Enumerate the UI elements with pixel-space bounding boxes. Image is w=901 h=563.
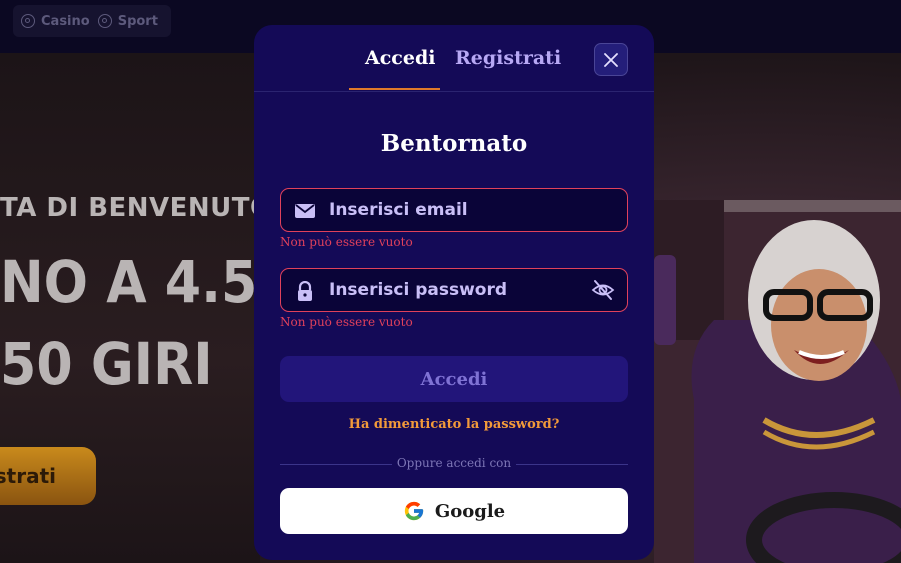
divider-label: Oppure accedi con: [396, 456, 512, 470]
google-login-button[interactable]: Google: [280, 488, 628, 534]
auth-tabs: Accedi Registrati: [254, 25, 654, 92]
password-error: Non può essere vuoto: [280, 315, 413, 329]
envelope-icon: [295, 204, 315, 218]
tab-register[interactable]: Registrati: [455, 47, 561, 69]
casino-icon: [21, 14, 35, 28]
character-illustration: [654, 200, 901, 563]
vertical-switcher: Casino Sport: [13, 5, 171, 37]
hero-headline-2: NO A 4.50: [0, 248, 294, 316]
login-submit-button[interactable]: Accedi: [280, 356, 628, 402]
hero-headline-3: 50 GIRI: [0, 330, 213, 398]
email-field: [280, 188, 628, 232]
eye-off-icon[interactable]: [591, 278, 615, 302]
lock-icon: [298, 281, 312, 301]
email-error: Non può essere vuoto: [280, 235, 413, 249]
nav-item-sport[interactable]: Sport: [90, 5, 158, 37]
hero-register-button[interactable]: strati: [0, 447, 96, 505]
modal-title: Bentornato: [380, 130, 528, 157]
sport-icon: [97, 14, 112, 28]
tab-login[interactable]: Accedi: [365, 47, 435, 69]
close-icon: [604, 52, 618, 67]
google-icon: [404, 501, 424, 521]
google-login-label: Google: [434, 500, 506, 522]
close-button[interactable]: [594, 43, 628, 76]
email-input[interactable]: [329, 189, 579, 231]
active-tab-indicator: [349, 88, 440, 90]
login-submit-label: Accedi: [420, 368, 488, 390]
password-field: [280, 268, 628, 312]
hero-register-label: strati: [0, 464, 56, 488]
hero-headline-1: TA DI BENVENUTO: [0, 193, 273, 223]
login-modal: Accedi Registrati Bentornato Non può ess…: [254, 25, 654, 560]
nav-item-label: Casino: [41, 13, 90, 29]
nav-item-label: Sport: [117, 13, 158, 29]
password-input[interactable]: [329, 269, 579, 311]
nav-item-casino[interactable]: Casino: [13, 5, 90, 37]
divider-line-right: [516, 464, 628, 465]
forgot-password-link[interactable]: Ha dimenticato la password?: [254, 417, 654, 432]
